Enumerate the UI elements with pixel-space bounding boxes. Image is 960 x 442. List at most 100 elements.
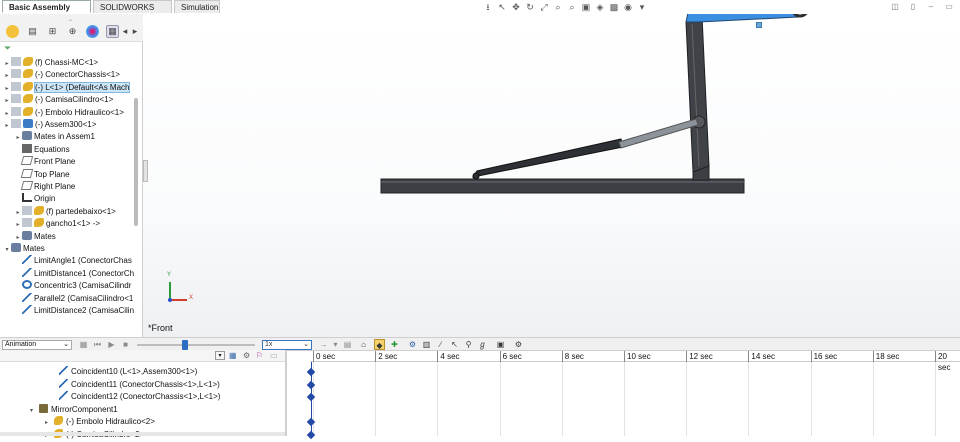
tree-item[interactable]: ▸ (f) partedebaixo<1> xyxy=(14,205,116,219)
chassis-base[interactable] xyxy=(380,178,745,194)
cylinder-mount[interactable] xyxy=(472,172,480,180)
timeline-tree-item[interactable]: ▸ (-) Embolo Hidraulico<2> xyxy=(45,416,155,428)
filter-driving-icon[interactable]: ▦ xyxy=(229,351,237,360)
chevron-right-icon[interactable]: ▸ xyxy=(131,25,139,38)
filter-icon[interactable]: ⏷ xyxy=(4,43,11,54)
add-key-icon[interactable]: ✚ xyxy=(389,339,400,350)
tree-item[interactable]: ▸ Mates in Assem1 xyxy=(14,131,95,143)
playback-speed-select[interactable]: 1x ⌄ xyxy=(262,340,312,350)
expand-arrow-icon[interactable]: ▸ xyxy=(14,207,22,219)
l-arm-horizontal[interactable] xyxy=(685,14,799,23)
playback-loop-icon[interactable]: ▾ xyxy=(330,339,341,350)
hydraulic-piston-rod[interactable] xyxy=(618,118,699,149)
tree-item[interactable]: ▸ (f) Chassi-MC<1> xyxy=(3,57,98,69)
minimize-icon[interactable]: – xyxy=(926,2,936,12)
tree-scrollbar[interactable] xyxy=(134,98,138,226)
tree-item[interactable]: Right Plane xyxy=(14,181,75,193)
expand-arrow-icon[interactable]: ▸ xyxy=(14,219,22,231)
expand-arrow-icon[interactable]: ▸ xyxy=(3,95,11,107)
tree-item[interactable]: LimitDistance1 (ConectorCh xyxy=(14,267,134,280)
timeline-tree-item[interactable]: ▾ MirrorComponent1 xyxy=(30,403,118,417)
expand-arrow-icon[interactable]: ▸ xyxy=(3,120,11,132)
expand-arrow-icon[interactable]: ▸ xyxy=(3,58,11,70)
maximize-icon[interactable]: ▭ xyxy=(944,2,954,12)
damper-icon[interactable]: ∕ xyxy=(435,339,446,350)
stop-icon[interactable]: ■ xyxy=(120,339,131,350)
expand-arrow-icon[interactable]: ▸ xyxy=(14,232,22,244)
chevron-left-icon[interactable]: ◂ xyxy=(121,25,129,38)
tree-item[interactable]: Front Plane xyxy=(14,156,75,168)
assembly-model[interactable] xyxy=(143,14,960,337)
timeline-tree-item[interactable]: Coincident12 (ConectorChassis<1>,L<1>) xyxy=(50,391,220,403)
expand-arrow-icon[interactable]: ▸ xyxy=(45,417,54,429)
tree-item[interactable]: ▸ gancho1<1> -> xyxy=(14,218,100,230)
feature-manager-tab-icon[interactable] xyxy=(6,25,19,38)
view-orientation-icon[interactable]: ◈ xyxy=(594,1,606,13)
expand-arrow-icon[interactable]: ▸ xyxy=(14,132,22,144)
motion-study-properties-icon[interactable]: ⚙ xyxy=(513,339,524,350)
l-arm-vertical[interactable] xyxy=(685,15,710,173)
tree-item[interactable]: ▸ (-) Embolo Hidraulico<1> xyxy=(3,106,124,120)
zoom-area-icon[interactable]: ⌕ xyxy=(552,1,564,13)
configuration-manager-tab-icon[interactable]: ⊞ xyxy=(46,25,59,38)
spring-icon[interactable]: ▥ xyxy=(421,339,432,350)
select-arrow-icon[interactable]: ↖ xyxy=(496,1,508,13)
tab-solidworks-cam[interactable]: SOLIDWORKS CAM xyxy=(93,0,172,25)
display-style-icon[interactable]: ▩ xyxy=(608,1,620,13)
playback-slider-thumb[interactable] xyxy=(182,340,189,350)
tree-item[interactable]: LimitDistance2 (CamisaCilin xyxy=(14,305,134,317)
expand-arrow-icon[interactable]: ▸ xyxy=(3,108,11,120)
tree-item[interactable]: Origin xyxy=(14,193,55,205)
panel-collapse-handle[interactable] xyxy=(143,160,148,182)
timeline-tree-item[interactable]: Coincident11 (ConectorChassis<1>,L<1>) xyxy=(50,378,220,391)
hydraulic-cylinder-barrel[interactable] xyxy=(471,138,624,178)
hide-show-icon[interactable]: ◉ xyxy=(622,1,634,13)
contact-icon[interactable]: ⚲ xyxy=(463,339,474,350)
zoom-fit-icon[interactable]: ⤢ xyxy=(538,1,550,13)
collapse-arrow-icon[interactable]: ▾ xyxy=(3,244,11,256)
tree-item[interactable]: ▸ (-) CamisaCilindro<1> xyxy=(3,94,113,106)
filter-animated-icon[interactable]: ▾ xyxy=(215,351,225,360)
tree-item[interactable]: ▸ (-) L<1> (Default<As Mach xyxy=(3,81,131,94)
tree-item[interactable]: Concentric3 (CamisaCilindr xyxy=(14,280,131,292)
autokey-icon[interactable]: ◆ xyxy=(374,339,385,350)
display-manager-tab-icon[interactable] xyxy=(86,25,99,38)
panel-grip-icon[interactable]: ⌄ xyxy=(68,16,73,23)
motor-icon[interactable]: ⚙ xyxy=(407,339,418,350)
dimxpert-tab-icon[interactable]: ⊕ xyxy=(66,25,79,38)
restore-pane-icon[interactable]: ◫ xyxy=(890,2,900,12)
study-type-select[interactable]: Animation ⌄ xyxy=(2,340,72,350)
calculate-icon[interactable]: ▦ xyxy=(78,339,89,350)
split-pane-icon[interactable]: ▯ xyxy=(908,2,918,12)
graphics-viewport[interactable]: Y X xyxy=(143,14,960,337)
rotate-icon[interactable]: ↻ xyxy=(524,1,536,13)
filter-results-icon[interactable]: ⚐ xyxy=(256,351,263,360)
section-view-icon[interactable]: ▣ xyxy=(580,1,592,13)
timeline-tree-item[interactable]: Coincident10 (L<1>,Assem300<1>) xyxy=(50,366,197,378)
filter-selected-icon[interactable]: ⚙ xyxy=(243,351,250,360)
pan-icon[interactable]: ⭳ xyxy=(482,1,494,13)
tab-basic-assembly-tools[interactable]: Basic Assembly Tools xyxy=(2,0,91,25)
gravity-icon[interactable]: ℊ xyxy=(477,339,488,350)
timeline-divider[interactable] xyxy=(285,350,287,436)
time-ruler[interactable]: 0 sec 2 sec 4 sec 6 sec 8 sec 10 sec 12 sec 14 … xyxy=(310,351,960,372)
property-manager-tab-icon[interactable]: ▤ xyxy=(26,25,39,38)
tree-item[interactable]: ▸ (-) ConectorChassis<1> xyxy=(3,69,120,81)
save-animation-icon[interactable]: ▤ xyxy=(342,339,353,350)
results-plots-icon[interactable]: ▣ xyxy=(495,339,506,350)
tree-item[interactable]: Top Plane xyxy=(14,168,70,181)
tab-simulation[interactable]: Simulation xyxy=(174,0,220,13)
move-icon[interactable]: ✥ xyxy=(510,1,522,13)
playback-mode-icon[interactable]: → xyxy=(318,339,329,350)
playback-slider[interactable] xyxy=(137,344,255,346)
tree-item[interactable]: Parallel2 (CamisaCilindro<1 xyxy=(14,292,133,305)
play-from-start-icon[interactable]: ⏮ xyxy=(92,339,103,350)
cam-tab-icon[interactable]: ▦ xyxy=(106,25,119,38)
timeline-scrollbar[interactable] xyxy=(0,432,285,436)
animation-wizard-icon[interactable]: ⌂ xyxy=(358,339,369,350)
tree-item[interactable]: Equations xyxy=(14,143,70,156)
tree-item[interactable]: ▸ (-) Assem300<1> xyxy=(3,119,96,131)
expand-arrow-icon[interactable]: ▾ xyxy=(30,405,39,417)
tree-item[interactable]: LimitAngle1 (ConectorChas xyxy=(14,255,132,267)
force-icon[interactable]: ↖ xyxy=(449,339,460,350)
